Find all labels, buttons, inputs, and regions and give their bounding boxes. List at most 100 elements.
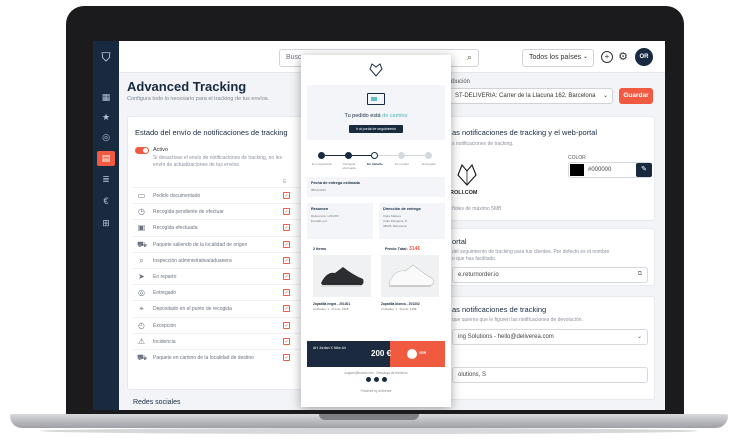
status-label: Recogida efectuada	[153, 225, 198, 232]
distribution-select[interactable]: ST-DELIVERIA: Carrer de la Llacuna 162, …	[449, 88, 613, 104]
save-button[interactable]: Guardar	[619, 88, 653, 104]
summary-line-2: Enviado por:	[311, 219, 328, 223]
address-title: Dirección de entrega	[383, 207, 421, 211]
step-dot-1	[318, 152, 325, 159]
social-section-title: Redes sociales	[133, 399, 181, 406]
warning-icon: ⚠	[137, 336, 146, 346]
email-headline-prefix: Tu pedido está	[344, 113, 381, 119]
search-icon[interactable]: ⌕	[467, 52, 472, 63]
sidebar-item-billing[interactable]: €	[100, 195, 112, 207]
status-label: Paquete saliendo de la localidad de orig…	[153, 241, 248, 248]
brand-logo-icon[interactable]: ⛉	[99, 50, 113, 64]
status-checkbox[interactable]: ✓	[283, 192, 290, 199]
step-label-3: En tránsito	[367, 162, 383, 166]
color-label: COLOR	[568, 155, 586, 161]
sidebar-item-dashboard[interactable]: ▦	[100, 91, 112, 103]
laptop-notch	[319, 414, 419, 420]
edit-color-button[interactable]: ✎	[636, 163, 652, 177]
product-2-name: Zapatilla blanca - 201302	[381, 302, 420, 306]
status-checkbox[interactable]: ✓	[283, 321, 290, 329]
toggle-description-line1: Si desactivas el envío de notificaciones…	[153, 155, 282, 161]
external-link-icon[interactable]: ⧉	[638, 271, 642, 278]
country-select[interactable]: Todos los países ⌄	[522, 49, 594, 67]
status-row: ◴ Excepción ✓	[133, 316, 309, 333]
status-row: ▭ Pedido documentado ✓	[133, 187, 309, 203]
status-checkbox[interactable]: ✓	[283, 256, 290, 264]
avatar[interactable]: OR	[635, 48, 653, 66]
sender-description: que quieres que le figuren las notificac…	[452, 317, 583, 323]
footer-links[interactable]: support@brand.com · Descarga de términos	[301, 371, 451, 375]
active-toggle[interactable]	[135, 147, 149, 154]
step-dot-2	[345, 152, 352, 159]
country-select-value: Todos los países	[529, 54, 582, 61]
product-1-name: Zapatilla negra - 201301	[313, 302, 351, 306]
sidebar: ⛉ ▦ ★ ◎ ▤ ≣ € ⊞	[93, 41, 119, 410]
brand-logo-preview[interactable]: ROLI.COM	[448, 159, 518, 204]
search-icon: ⌕	[139, 255, 144, 265]
product-1-detail: Unidades: 1 · Precio: 169€	[313, 307, 349, 311]
sidebar-item-add[interactable]: ⊞	[100, 217, 112, 229]
status-checkbox[interactable]: ✓	[283, 289, 290, 297]
branding-card: as notificaciones de tracking y el web-p…	[447, 116, 655, 221]
email-preview: Tu pedido está de camino Ir al portal de…	[301, 55, 451, 407]
portal-description-line1: del seguimiento de tracking para tus cli…	[452, 249, 610, 255]
sidebar-item-layers[interactable]: ≣	[100, 173, 112, 185]
status-row: ▣ Recogida efectuada ✓	[133, 219, 309, 235]
status-checkbox[interactable]: ✓	[283, 240, 290, 248]
promo-banner[interactable]: AH Jordan X Nike Air 200 € VER	[307, 341, 445, 367]
company-name-input[interactable]: olutions, S	[452, 367, 648, 383]
truck-icon: ⛟	[137, 239, 148, 249]
summary-line-1: Referencia: 1234973	[311, 214, 339, 218]
address-line-3: 08025, Barcelona	[383, 224, 407, 228]
facebook-icon[interactable]	[374, 377, 379, 382]
summary-block: Resumen Referencia: 1234973 Enviado por:	[307, 203, 373, 239]
portal-url-input[interactable]: e.returnorder.io ⧉	[452, 267, 648, 283]
page-subtitle: Configura todo lo necesario para el trac…	[127, 96, 270, 102]
product-image-white-shoe	[381, 255, 439, 297]
chevron-down-icon: ⌄	[636, 334, 642, 340]
color-swatch[interactable]	[570, 164, 584, 176]
column-header: E	[283, 179, 287, 185]
portal-title: ortal	[452, 237, 467, 246]
status-row: ⛟ Paquete en camino de la localidad de de…	[133, 348, 309, 365]
step-label-4: En reparto	[394, 162, 409, 166]
status-checkbox[interactable]: ✓	[283, 272, 290, 280]
status-checkbox[interactable]: ✓	[283, 208, 290, 216]
distribution-select-value: ST-DELIVERIA: Carrer de la Llacuna 162, …	[455, 93, 596, 99]
total-label: Precio Total:	[385, 247, 408, 251]
fox-logo-icon	[369, 63, 383, 77]
powered-by: Powered by deliverea	[360, 389, 392, 393]
sender-title: as notificaciones de tracking	[452, 305, 547, 314]
status-checkbox[interactable]: ✓	[283, 337, 290, 345]
add-icon[interactable]: +	[601, 51, 613, 63]
company-name-value: olutions, S	[458, 372, 487, 378]
status-checkbox[interactable]: ✓	[283, 353, 290, 361]
banner-button[interactable]	[407, 349, 417, 359]
sidebar-item-tracking[interactable]: ▤	[97, 151, 115, 166]
app-screen: ⛉ ▦ ★ ◎ ▤ ≣ € ⊞ Busca ⌕ Todos los países…	[93, 41, 665, 410]
product-2-detail: Unidades: 1 · Precio: 145€	[381, 307, 417, 311]
clock-icon: ◷	[138, 207, 145, 217]
logo-size-note: ñoles de máximo 5MB	[452, 206, 502, 212]
status-row: ◎ Entregado ✓	[133, 284, 309, 300]
truck-icon	[367, 93, 385, 105]
status-label: En reparto	[153, 273, 177, 280]
status-label: Inspección administrativa/aduanera	[153, 257, 232, 264]
sender-select[interactable]: ing Solutions - hello@deliverea.com ⌄	[452, 329, 648, 345]
gear-icon[interactable]: ⚙	[617, 51, 629, 63]
email-headline-highlight: de camino	[382, 113, 408, 119]
product-image-black-shoe	[313, 255, 371, 297]
status-checkbox[interactable]: ✓	[283, 305, 290, 313]
twitter-icon[interactable]	[366, 377, 371, 382]
sidebar-item-favorites[interactable]: ★	[100, 111, 112, 123]
status-label: Paquete en camino de la localidad de des…	[153, 354, 254, 361]
status-label: Incidencia	[153, 338, 176, 345]
step-dot-3	[371, 152, 378, 159]
status-row: ◷ Recogida pendiente de efectuar ✓	[133, 203, 309, 219]
instagram-icon[interactable]	[382, 377, 387, 382]
tracking-portal-button[interactable]: Ir al portal de seguimiento	[349, 125, 403, 133]
status-checkbox[interactable]: ✓	[283, 224, 290, 232]
sidebar-item-explore[interactable]: ◎	[100, 131, 112, 143]
toggle-description-line2: envío de actualizaciones de tus envíos.	[153, 162, 241, 168]
delivery-date-block: Fecha de entrega estimada 08/11/2024	[307, 177, 445, 197]
